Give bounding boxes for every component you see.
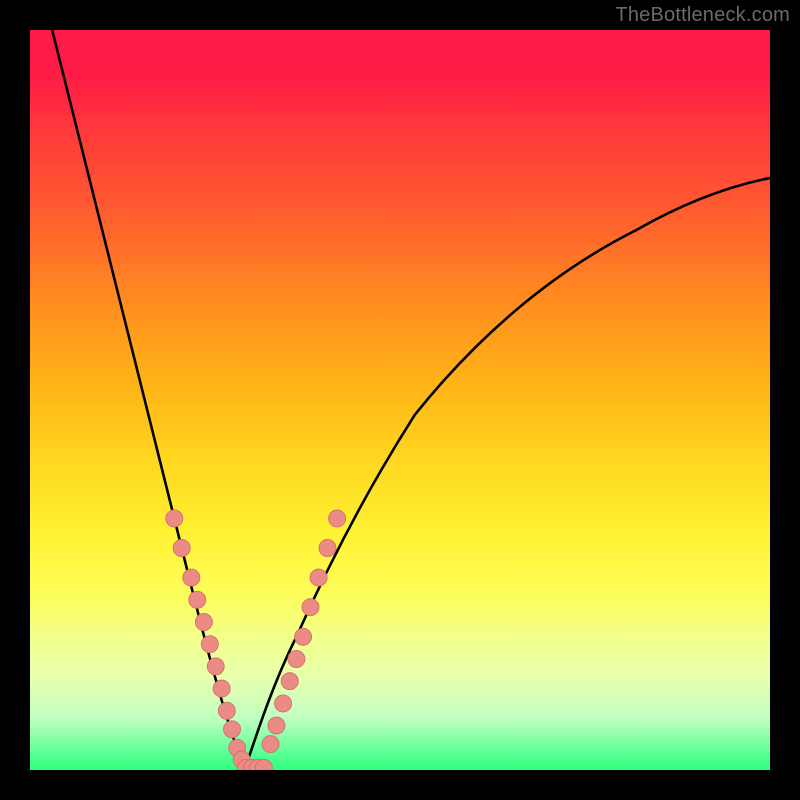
plot-area [30,30,770,770]
markers-left [166,510,250,768]
markers-bottom [238,759,273,770]
watermark-text: TheBottleneck.com [615,4,790,27]
markers-right [262,510,346,753]
chart-container: TheBottleneck.com [0,0,800,800]
curve-right-branch [245,178,770,770]
chart-svg [30,30,770,770]
